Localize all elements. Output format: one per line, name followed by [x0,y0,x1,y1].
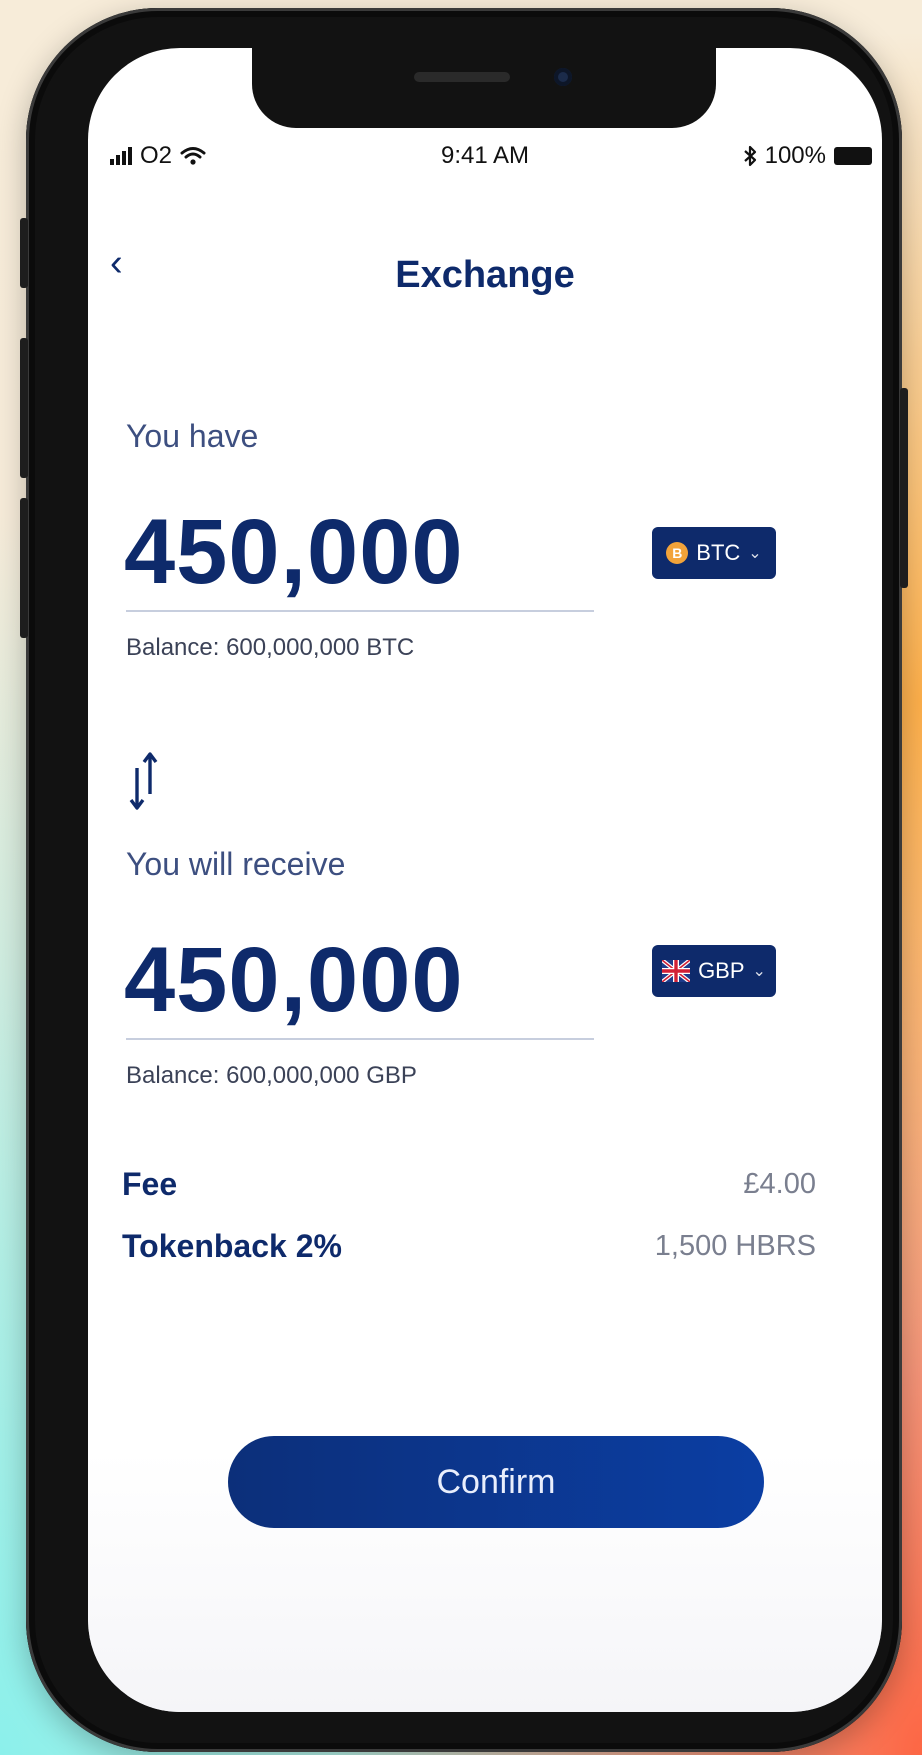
speaker [414,72,510,82]
from-balance: Balance: 600,000,000 BTC [126,634,415,661]
volume-up-button [20,338,28,478]
to-currency-label: GBP [698,958,745,983]
you-will-receive-label: You will receive [126,846,346,882]
to-currency-select[interactable]: GBP ⌄ [652,945,776,997]
status-bar: O2 9:41 AM 100% [88,142,882,182]
from-amount-input[interactable]: 450,000 [124,500,464,605]
fee-label: Fee [122,1166,178,1202]
chevron-down-icon: ⌄ [752,963,766,980]
notch [252,48,716,128]
tokenback-value: 1,500 HBRS [654,1230,816,1262]
front-camera [554,68,572,86]
battery-percent: 100% [764,142,826,169]
chevron-down-icon: ⌄ [748,545,762,562]
confirm-button[interactable]: Confirm [228,1436,764,1528]
app-screen: O2 9:41 AM 100% ‹ Exchange You have 450,… [88,48,882,1712]
mute-switch [20,218,28,288]
power-button [900,388,908,588]
uk-flag-icon [662,960,691,982]
to-amount-underline [126,1038,594,1040]
battery-icon [834,147,872,165]
to-balance: Balance: 600,000,000 GBP [126,1062,417,1089]
bluetooth-icon [743,145,756,167]
from-currency-select[interactable]: B BTC ⌄ [652,527,776,579]
bitcoin-icon: B [666,542,689,564]
volume-down-button [20,498,28,638]
you-have-label: You have [126,418,259,454]
fee-value: £4.00 [743,1168,816,1200]
swap-icon[interactable] [128,750,160,812]
phone-frame: O2 9:41 AM 100% ‹ Exchange You have 450,… [20,8,908,1752]
page-title: Exchange [395,254,575,296]
to-amount-input[interactable]: 450,000 [124,928,464,1033]
status-right: 100% [743,142,872,170]
from-currency-label: BTC [696,540,741,565]
tokenback-label: Tokenback 2% [122,1228,342,1264]
from-amount-underline [126,610,594,612]
